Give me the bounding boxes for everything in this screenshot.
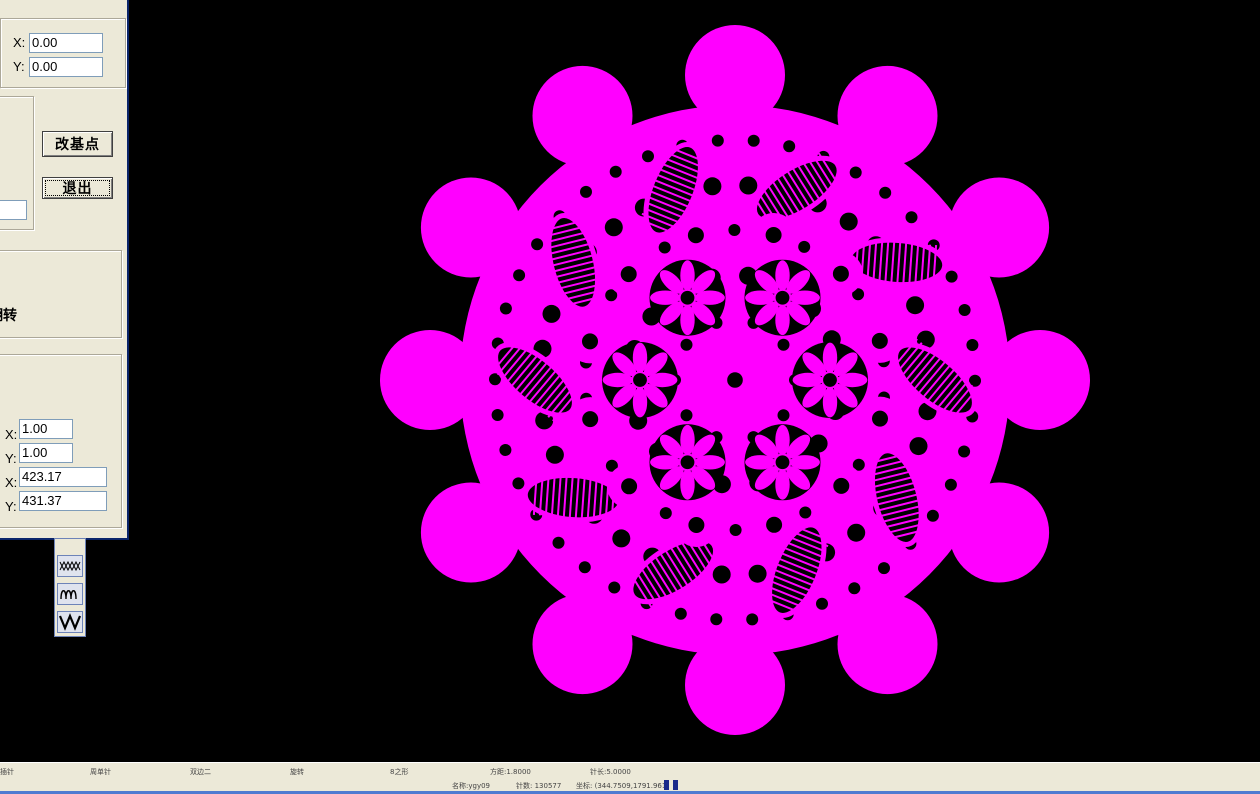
size-x-label: X: <box>5 475 18 490</box>
design-name: 名称:ygy09 <box>452 782 490 790</box>
lace-doily-design <box>380 25 1090 735</box>
status-item-5: 8之形 <box>390 768 409 776</box>
base-y-label: Y: <box>13 59 25 74</box>
cross-stitch-icon <box>59 560 81 572</box>
status-item-1: 插针 <box>0 768 14 776</box>
stitch-distance: 方距:1.8000 <box>490 768 531 776</box>
transform-dialog: X: 0.00 Y: 0.00 改基点 退出 翻转 X: 1.00 Y: 1.0… <box>0 0 129 540</box>
size-x-input[interactable]: 423.17 <box>19 467 107 487</box>
design-canvas[interactable] <box>0 0 1260 762</box>
size-y-input[interactable]: 431.37 <box>19 491 107 511</box>
lace-pattern <box>380 25 1090 735</box>
base-x-label: X: <box>13 35 26 50</box>
zigzag-stitch-icon <box>58 613 82 631</box>
scale-group: X: 1.00 Y: 1.00 X: 423.17 Y: 431.37 <box>0 354 122 528</box>
exit-button[interactable]: 退出 <box>42 177 113 199</box>
cross-stitch-tool[interactable] <box>57 555 83 577</box>
zigzag-stitch-tool[interactable] <box>57 611 83 633</box>
base-x-input[interactable]: 0.00 <box>29 33 103 53</box>
stitch-count: 针数: 130577 <box>516 782 562 790</box>
status-bar: 插针 周单针 双边二 旋转 8之形 方距:1.8000 针长:5.0000 名称… <box>0 762 1260 794</box>
status-item-2: 周单针 <box>90 768 111 776</box>
base-y-input[interactable]: 0.00 <box>29 57 103 77</box>
scale-y-label: Y: <box>5 451 17 466</box>
loop-stitch-tool[interactable] <box>57 583 83 605</box>
loop-stitch-icon <box>60 590 77 600</box>
stitch-tool-palette <box>54 538 86 637</box>
flip-label[interactable]: 翻转 <box>0 305 17 325</box>
rotation-input[interactable] <box>0 200 27 220</box>
change-base-point-button[interactable]: 改基点 <box>42 131 113 157</box>
status-item-4: 旋转 <box>290 768 304 776</box>
scale-x-label: X: <box>5 427 18 442</box>
status-item-3: 双边二 <box>190 768 211 776</box>
size-y-label: Y: <box>5 499 17 514</box>
scale-y-input[interactable]: 1.00 <box>19 443 73 463</box>
stitch-length: 针长:5.0000 <box>590 768 631 776</box>
base-point-group: X: 0.00 Y: 0.00 <box>0 18 126 88</box>
status-indicator-2 <box>673 780 678 790</box>
flip-group: 翻转 <box>0 250 122 338</box>
rotation-group <box>0 96 34 230</box>
scale-x-input[interactable]: 1.00 <box>19 419 73 439</box>
status-indicator-1 <box>664 780 669 790</box>
cursor-coordinates: 坐标: (344.7509,1791.961) <box>576 782 670 790</box>
